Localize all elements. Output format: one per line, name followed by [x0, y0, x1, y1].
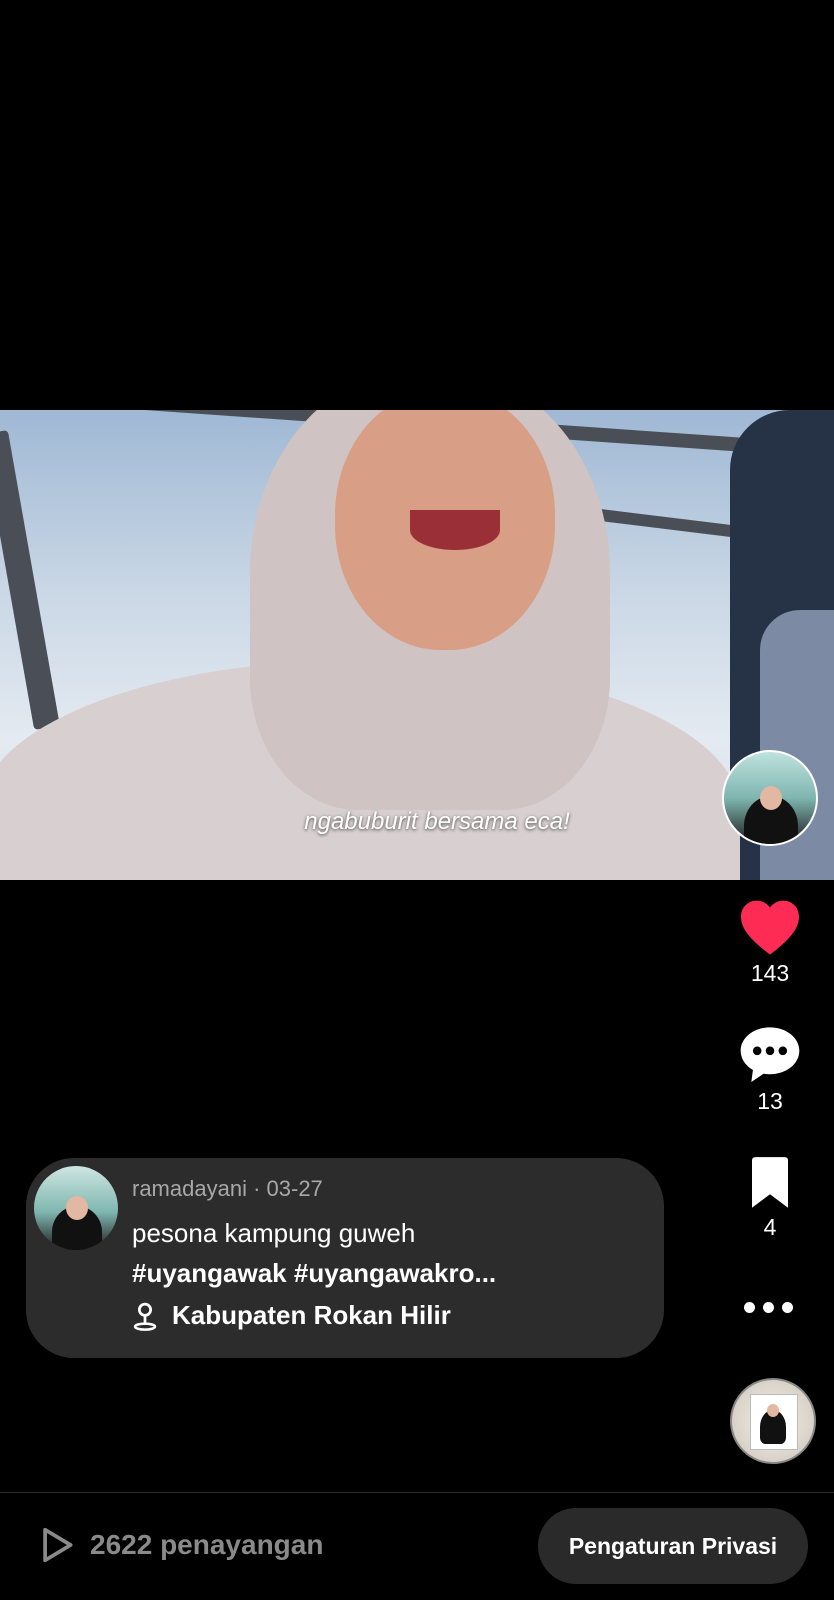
location-pin-icon [133, 1302, 157, 1331]
meta-separator: · [246, 1176, 267, 1201]
video-player[interactable]: ngabuburit bersama eca! [0, 410, 834, 880]
post-date: 03-27 [266, 1176, 323, 1201]
footer-divider [0, 1492, 834, 1493]
post-info-card[interactable]: ramadayani · 03-27 pesona kampung guweh … [26, 1158, 664, 1358]
bookmark-action[interactable]: 4 [730, 1156, 810, 1241]
background-post [0, 430, 60, 730]
more-options-icon[interactable] [744, 1302, 793, 1313]
heart-icon[interactable] [738, 898, 802, 956]
like-action[interactable]: 143 [730, 898, 810, 987]
comment-action[interactable]: 13 [730, 1024, 810, 1115]
view-count-label: 2622 penayangan [90, 1529, 324, 1560]
subject-mouth [410, 510, 500, 550]
video-caption-overlay: ngabuburit bersama eca! [304, 808, 570, 835]
dot [782, 1302, 793, 1313]
post-description: pesona kampung guweh [132, 1218, 416, 1248]
comment-icon[interactable] [738, 1024, 802, 1084]
location-label: Kabupaten Rokan Hilir [172, 1300, 451, 1330]
author-face [66, 1196, 88, 1220]
play-icon [43, 1527, 73, 1563]
dot [763, 1302, 774, 1313]
profile-avatar[interactable] [722, 750, 818, 846]
music-disc-icon[interactable] [730, 1378, 816, 1464]
post-hashtags[interactable]: #uyangawak #uyangawakro... [132, 1258, 652, 1289]
dot [744, 1302, 755, 1313]
author-username[interactable]: ramadayani [132, 1176, 247, 1201]
bookmark-icon[interactable] [746, 1156, 794, 1210]
view-count: 2622 penayangan [40, 1526, 323, 1564]
comment-count: 13 [757, 1088, 783, 1114]
post-meta: ramadayani · 03-27 [132, 1176, 323, 1202]
avatar-face [760, 786, 782, 810]
bookmark-count: 4 [763, 1214, 777, 1240]
album-face [767, 1404, 779, 1417]
like-count: 143 [750, 960, 790, 986]
post-location[interactable]: Kabupaten Rokan Hilir [132, 1300, 451, 1331]
author-avatar[interactable] [34, 1166, 118, 1250]
privacy-settings-button[interactable]: Pengaturan Privasi [538, 1508, 808, 1584]
